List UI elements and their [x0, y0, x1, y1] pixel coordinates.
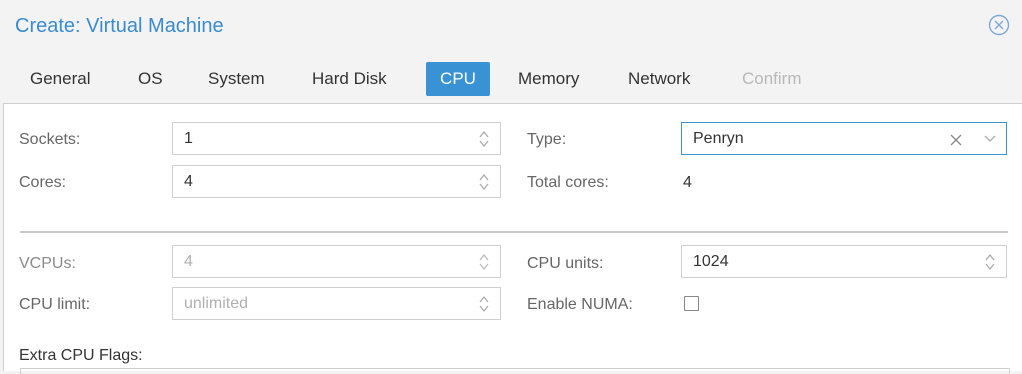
cores-label: Cores: — [19, 174, 67, 191]
spinner-icon[interactable] — [478, 294, 490, 314]
spinner-icon[interactable] — [478, 129, 490, 149]
tab-hard-disk[interactable]: Hard Disk — [312, 62, 387, 96]
vcpus-value: 4 — [184, 253, 193, 270]
dialog-title: Create: Virtual Machine — [15, 15, 224, 37]
extra-cpu-flags-box[interactable] — [20, 368, 1010, 374]
spinner-icon[interactable] — [984, 252, 996, 272]
spinner-icon[interactable] — [478, 172, 490, 192]
cores-value: 4 — [184, 173, 193, 190]
vcpus-label: VCPUs: — [19, 255, 76, 272]
cpu-units-field[interactable]: 1024 — [681, 245, 1007, 278]
type-select[interactable]: Penryn — [681, 122, 1007, 155]
type-value: Penryn — [693, 130, 744, 147]
sockets-value: 1 — [184, 130, 193, 147]
sockets-label: Sockets: — [19, 131, 81, 148]
total-cores-label: Total cores: — [527, 174, 609, 191]
tab-general[interactable]: General — [30, 62, 90, 96]
clear-icon[interactable] — [950, 134, 962, 146]
type-label: Type: — [527, 131, 567, 148]
dialog-titlebar: Create: Virtual Machine — [0, 0, 1022, 52]
tab-confirm: Confirm — [742, 69, 802, 88]
cores-field[interactable]: 4 — [172, 165, 501, 198]
tab-system[interactable]: System — [208, 62, 265, 96]
create-vm-dialog: Create: Virtual Machine General OS Syste… — [0, 0, 1022, 374]
cpu-limit-label: CPU limit: — [19, 296, 91, 313]
vcpus-field: 4 — [172, 245, 501, 278]
enable-numa-checkbox[interactable] — [684, 296, 699, 311]
close-icon[interactable] — [988, 14, 1010, 36]
tab-network[interactable]: Network — [628, 62, 690, 96]
cpu-units-value: 1024 — [693, 253, 729, 270]
cpu-limit-value: unlimited — [184, 295, 249, 312]
extra-cpu-flags-label: Extra CPU Flags: — [19, 347, 143, 364]
tab-cpu[interactable]: CPU — [426, 62, 490, 96]
cpu-units-label: CPU units: — [527, 255, 604, 272]
tab-bar: General OS System Hard Disk CPU Memory N… — [0, 62, 1022, 98]
total-cores-value: 4 — [683, 174, 692, 191]
tab-memory[interactable]: Memory — [518, 62, 579, 96]
sockets-field[interactable]: 1 — [172, 122, 501, 155]
tab-os[interactable]: OS — [138, 62, 163, 96]
chevron-down-icon[interactable] — [984, 135, 996, 143]
spinner-icon — [479, 253, 489, 271]
section-divider — [20, 231, 1008, 233]
cpu-panel: Sockets: 1 Type: Penryn Cores: 4 Total c… — [3, 103, 1022, 374]
enable-numa-label: Enable NUMA: — [527, 296, 633, 313]
cpu-limit-field[interactable]: unlimited — [172, 287, 501, 320]
